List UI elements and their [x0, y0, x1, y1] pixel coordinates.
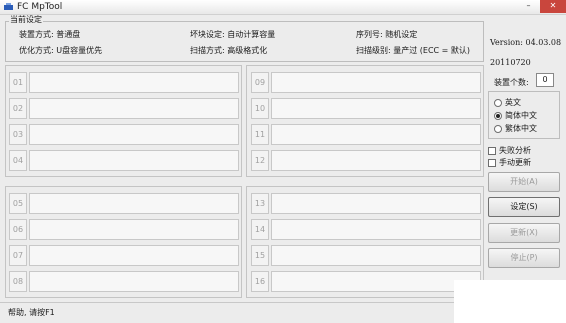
port-status-bar [271, 193, 481, 214]
device-count-label: 装置个数: [494, 78, 529, 87]
port-status-bar [271, 245, 481, 266]
port-number: 06 [9, 219, 27, 240]
port-number: 01 [9, 72, 27, 93]
failure-analysis-label: 失败分析 [499, 146, 531, 155]
port-number: 03 [9, 124, 27, 145]
radio-english[interactable]: 英文 [494, 98, 521, 108]
current-settings-title: 当前设定 [9, 15, 43, 25]
setting-scan-mode: 扫描方式: 高级格式化 [190, 46, 268, 55]
port-status-bar [29, 98, 239, 119]
radio-english-circle[interactable] [494, 98, 502, 107]
port-number: 05 [9, 193, 27, 214]
port-number: 04 [9, 150, 27, 171]
title-bar: FC MpTool – ✕ [0, 0, 566, 15]
port-number: 13 [251, 193, 269, 214]
port-status-bar [29, 72, 239, 93]
port-status-bar [271, 219, 481, 240]
port-status-bar [29, 245, 239, 266]
close-button[interactable]: ✕ [540, 0, 566, 13]
port-number: 09 [251, 72, 269, 93]
radio-traditional-chinese-circle[interactable] [494, 124, 502, 133]
device-count-field: 0 [536, 73, 554, 87]
port-status-bar [271, 72, 481, 93]
failure-analysis-box[interactable] [488, 146, 496, 155]
settings-button[interactable]: 设定(S) [488, 197, 560, 217]
port-status-bar [29, 219, 239, 240]
port-number: 16 [251, 271, 269, 292]
port-number: 15 [251, 245, 269, 266]
radio-traditional-chinese[interactable]: 繁体中文 [494, 124, 537, 134]
port-number: 02 [9, 98, 27, 119]
manual-update-checkbox[interactable]: 手动更新 [488, 158, 531, 168]
radio-simplified-chinese-circle[interactable] [494, 111, 502, 120]
port-status-bar [271, 98, 481, 119]
port-number: 11 [251, 124, 269, 145]
setting-device-mode: 装置方式: 普通盘 [19, 30, 81, 39]
port-number: 08 [9, 271, 27, 292]
stop-button[interactable]: 停止(P) [488, 248, 560, 268]
port-status-bar [271, 124, 481, 145]
port-status-bar [271, 271, 481, 292]
app-usb-icon [4, 3, 13, 10]
window-title: FC MpTool [17, 2, 63, 12]
port-number: 07 [9, 245, 27, 266]
app-window: FC MpTool – ✕ 当前设定 装置方式: 普通盘 坏块设定: 自动计算容… [0, 0, 566, 323]
minimize-button[interactable]: – [520, 0, 537, 13]
manual-update-box[interactable] [488, 158, 496, 167]
start-button[interactable]: 开始(A) [488, 172, 560, 192]
setting-optimize-mode: 优化方式: U盘容量优先 [19, 46, 103, 55]
port-status-bar [271, 150, 481, 171]
version-label: Version: 04.03.08 [490, 38, 562, 47]
radio-simplified-chinese[interactable]: 简体中文 [494, 111, 537, 121]
port-number: 14 [251, 219, 269, 240]
update-button[interactable]: 更新(X) [488, 223, 560, 243]
port-status-bar [29, 124, 239, 145]
status-help-text: 帮助, 请按F1 [8, 308, 55, 317]
blank-area [454, 280, 566, 323]
radio-simplified-chinese-label: 简体中文 [505, 111, 537, 120]
setting-bad-block: 坏块设定: 自动计算容量 [190, 30, 276, 39]
setting-serial-number: 序列号: 随机设定 [356, 30, 418, 39]
port-number: 12 [251, 150, 269, 171]
setting-scan-level: 扫描级别: 量产过 (ECC = 默认) [356, 46, 471, 55]
radio-traditional-chinese-label: 繁体中文 [505, 124, 537, 133]
port-number: 10 [251, 98, 269, 119]
port-status-bar [29, 271, 239, 292]
port-status-bar [29, 150, 239, 171]
manual-update-label: 手动更新 [499, 158, 531, 167]
radio-english-label: 英文 [505, 98, 521, 107]
build-date: 20110720 [490, 58, 531, 67]
port-status-bar [29, 193, 239, 214]
failure-analysis-checkbox[interactable]: 失败分析 [488, 146, 531, 156]
